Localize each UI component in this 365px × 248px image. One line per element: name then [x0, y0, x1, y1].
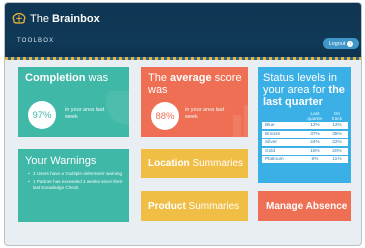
average-title: The average score was — [148, 72, 242, 96]
brand-logo[interactable]: The Brainbox — [12, 13, 100, 25]
level-name: Blue — [265, 123, 275, 128]
last-quarter-value: 18% — [310, 148, 320, 154]
completion-note: in your area last week — [65, 107, 105, 120]
warnings-list: • 2 Users have a 'multiple deferment' wa… — [28, 171, 124, 192]
logout-label: Logout — [328, 40, 346, 47]
list-item: • 1 Partner has exceeded 4 weeks since t… — [28, 179, 124, 191]
warnings-title: Your Warnings — [25, 155, 97, 167]
location-summaries-button[interactable]: Location Summaries — [141, 149, 248, 178]
table-row: Gold 18% 20% — [262, 147, 348, 155]
on-track-value: 20% — [332, 148, 342, 154]
table-row: Bronze 37% 35% — [262, 130, 348, 138]
app-frame: The Brainbox TOOLBOX Logout › Completion… — [4, 2, 362, 246]
warning-text: 1 Partner has exceeded 4 weeks since the… — [33, 178, 123, 190]
status-table: Last quarter On track Blue 12% 12% Bronz… — [262, 112, 348, 165]
brand-name: The Brainbox — [30, 13, 100, 25]
level-name: Gold — [265, 148, 276, 154]
level-name: Platinum — [265, 157, 284, 162]
manage-absence-button[interactable]: Manage Absence — [258, 191, 351, 221]
product-summaries-label: Product Summaries — [148, 201, 240, 212]
on-track-value: 22% — [332, 140, 342, 145]
table-row: Platinum 9% 11% — [262, 156, 348, 163]
col-last-quarter: Last quarter — [307, 112, 323, 122]
last-quarter-value: 24% — [310, 140, 320, 145]
status-title: Status levels in your area for the last … — [263, 72, 345, 108]
average-score-tile[interactable]: The average score was 88% in your area l… — [141, 67, 248, 137]
average-value: 88% — [151, 102, 179, 130]
on-track-value: 11% — [332, 157, 342, 162]
section-title: TOOLBOX — [17, 38, 55, 44]
last-quarter-value: 9% — [311, 157, 319, 162]
level-name: Silver — [265, 140, 277, 145]
last-quarter-value: 12% — [310, 123, 320, 128]
header-divider — [5, 57, 361, 60]
status-table-header: Last quarter On track — [262, 112, 348, 122]
location-summaries-label: Location Summaries — [148, 158, 244, 169]
on-track-value: 12% — [332, 123, 342, 128]
warnings-tile[interactable]: Your Warnings • 2 Users have a 'multiple… — [18, 149, 129, 222]
app-header: The Brainbox TOOLBOX Logout › — [5, 3, 361, 57]
on-track-value: 35% — [332, 131, 342, 137]
status-levels-tile[interactable]: Status levels in your area for the last … — [258, 67, 351, 183]
completion-tile[interactable]: Completion was 97% in your area last wee… — [18, 67, 129, 137]
col-on-track: On track — [331, 112, 343, 122]
average-note: in your area last week — [185, 107, 225, 120]
product-summaries-button[interactable]: Product Summaries — [141, 191, 248, 221]
table-row: Blue 12% 12% — [262, 122, 348, 129]
list-item: • 2 Users have a 'multiple deferment' wa… — [28, 171, 124, 177]
table-row: Silver 24% 22% — [262, 139, 348, 146]
completion-title: Completion was — [25, 72, 109, 84]
brain-icon — [12, 13, 26, 24]
level-name: Bronze — [265, 131, 281, 137]
logout-button[interactable]: Logout › — [323, 38, 359, 49]
completion-value: 97% — [28, 101, 56, 129]
arrow-right-icon: › — [347, 40, 354, 47]
last-quarter-value: 37% — [310, 131, 320, 137]
warning-text: 2 Users have a 'multiple deferment' warn… — [33, 171, 123, 176]
manage-absence-label: Manage Absence — [266, 201, 348, 212]
